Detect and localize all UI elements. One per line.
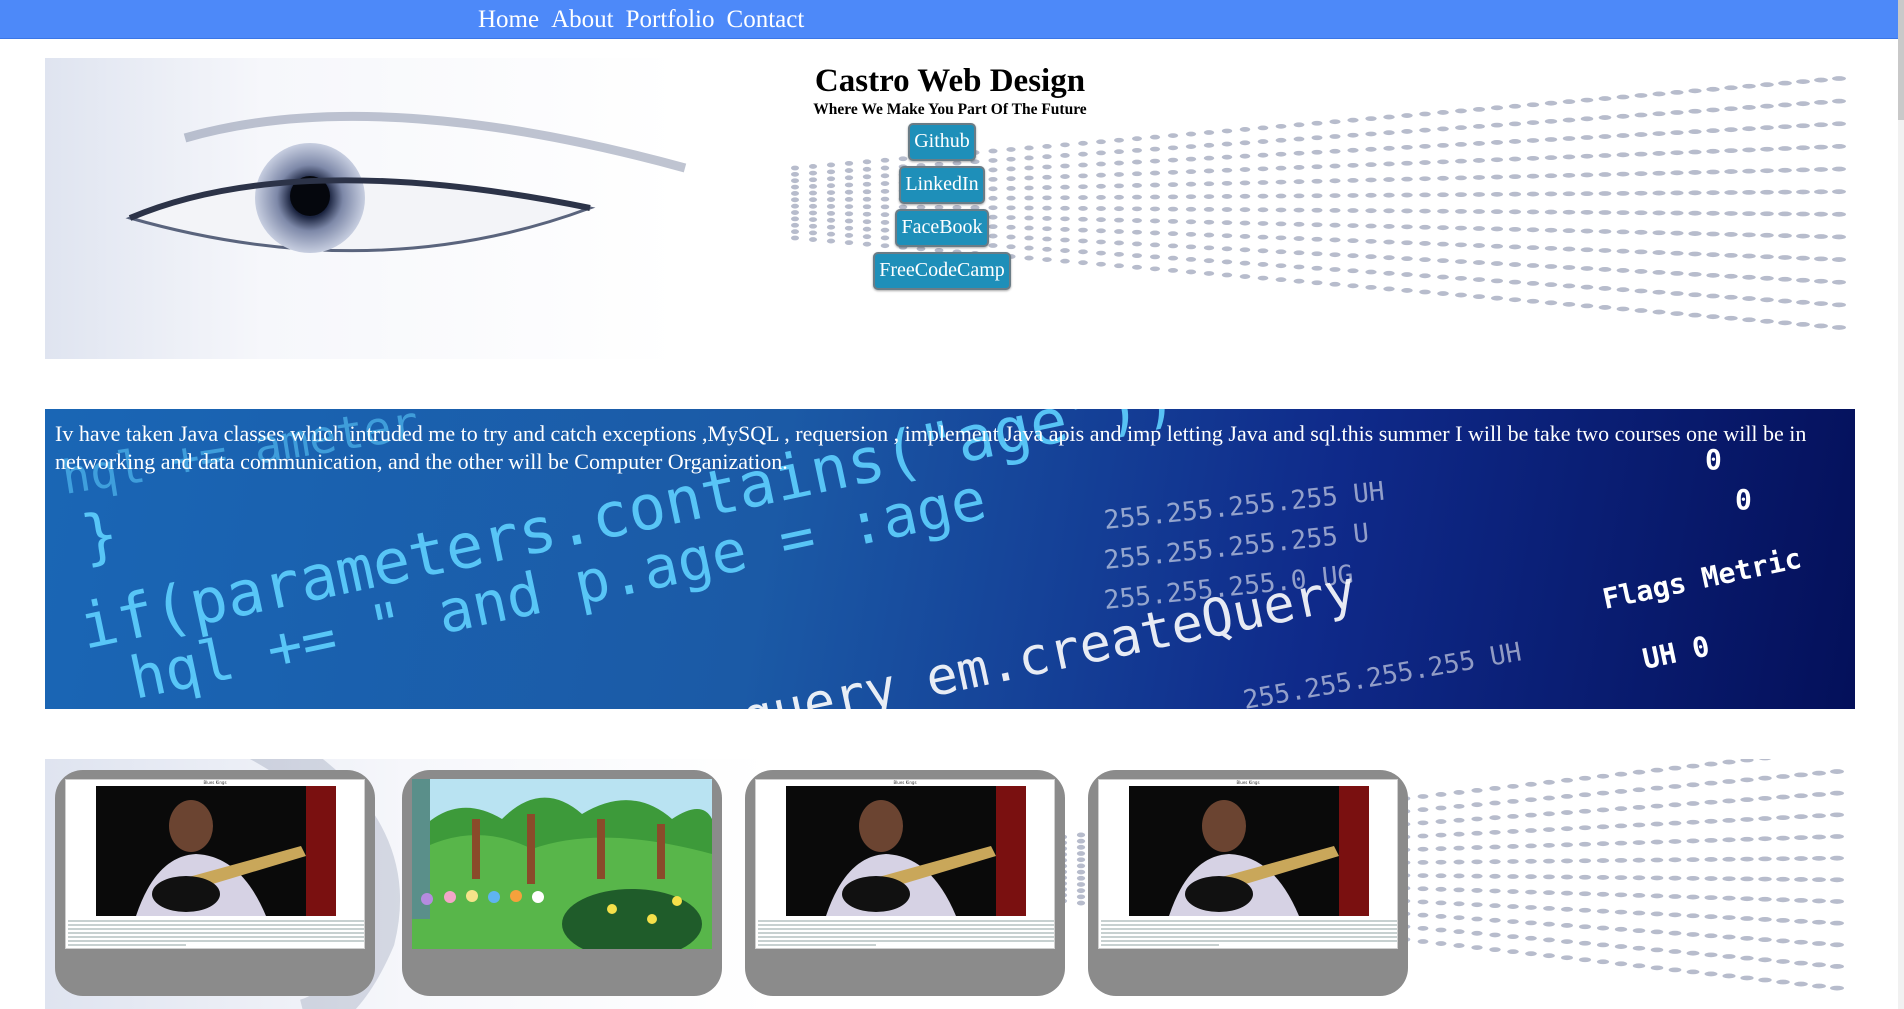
linkedin-button[interactable]: LinkedIn: [899, 166, 985, 204]
project-screenshot: [412, 779, 712, 949]
nav-home-link[interactable]: Home: [478, 4, 539, 36]
freecodecamp-button[interactable]: FreeCodeCamp: [873, 252, 1011, 290]
svg-text:Flags Metric: Flags Metric: [1600, 542, 1805, 616]
svg-text:255.255.255.255 UH: 255.255.255.255 UH: [1241, 637, 1524, 709]
about-text: Iv have taken Java classes which intrude…: [55, 421, 1807, 474]
project-screenshot: Blues Kings: [1098, 779, 1398, 949]
github-button[interactable]: Github: [908, 123, 976, 161]
page-scrollbar[interactable]: [1898, 0, 1904, 1009]
nav-contact-link[interactable]: Contact: [727, 4, 805, 36]
social-links: Github LinkedIn FaceBook FreeCodeCamp: [45, 123, 1855, 290]
hero-header: Castro Web Design Where We Make You Part…: [45, 58, 1855, 290]
portfolio-card[interactable]: Blues Kings: [1088, 770, 1408, 996]
scrollbar-thumb[interactable]: [1898, 0, 1904, 120]
nav-about-link[interactable]: About: [551, 4, 614, 36]
nav-links: Home About Portfolio Contact: [478, 4, 804, 36]
site-tagline: Where We Make You Part Of The Future: [813, 101, 1087, 118]
facebook-button[interactable]: FaceBook: [895, 209, 989, 247]
about-banner: hql += ameter } if(parameters.contains("…: [45, 409, 1855, 709]
site-title: Castro Web Design: [814, 63, 1086, 99]
guitarist-photo: [786, 786, 1026, 916]
project-screenshot: Blues Kings: [755, 779, 1055, 949]
portfolio-card[interactable]: Blues Kings: [55, 770, 375, 996]
svg-text:UH 0: UH 0: [1640, 630, 1713, 676]
pony-forest-image: [412, 779, 712, 949]
portfolio-card[interactable]: [402, 770, 722, 996]
top-navbar: Home About Portfolio Contact: [0, 0, 1904, 39]
nav-portfolio-link[interactable]: Portfolio: [626, 4, 715, 36]
hero-banner: /* dashes drawn below */ Castro Web Desi…: [45, 58, 1855, 359]
svg-text:}: }: [76, 499, 123, 574]
portfolio-section: Blues Kings Blues Kings Blues Kings: [45, 759, 1855, 1009]
guitarist-photo: [1129, 786, 1369, 916]
guitarist-photo: [96, 786, 336, 916]
project-screenshot: Blues Kings: [65, 779, 365, 949]
portfolio-card[interactable]: Blues Kings: [745, 770, 1065, 996]
svg-text:0: 0: [1735, 483, 1752, 516]
